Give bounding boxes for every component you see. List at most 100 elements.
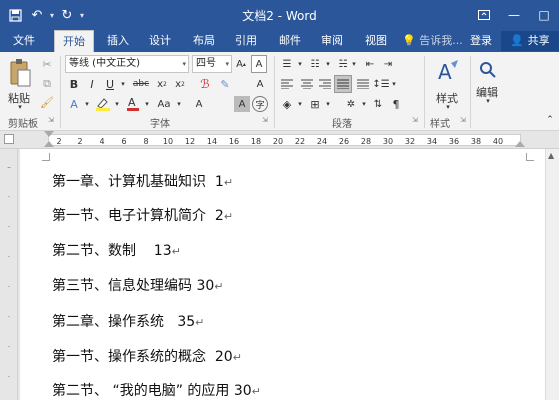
vruler-tick-mark: · [7,343,11,351]
document-line[interactable]: 第三节、信息处理编码 30↵ [52,275,223,295]
chevron-down-icon[interactable]: ▾ [174,96,184,112]
chevron-down-icon[interactable]: ▾ [296,56,304,72]
document-line[interactable]: 第二节、 “我的电脑” 的应用 30↵ [52,380,261,400]
clear-formatting-icon[interactable]: A [251,55,267,73]
tab-references[interactable]: 引用 [226,30,266,52]
cut-icon[interactable]: ✂ [38,56,56,72]
first-line-indent-marker[interactable] [44,131,54,137]
char-shading-icon[interactable]: A [190,96,208,112]
char-shading-gray-icon[interactable]: A [234,96,250,112]
font-name-select[interactable]: 等线 (中文正文) ▾ [65,55,189,73]
ruler-tick: 2 [56,137,62,146]
ruler-tick: 8 [143,137,149,146]
tab-file[interactable]: 文件 [4,30,44,52]
document-line[interactable]: 第二节、数制 13↵ [52,240,181,260]
italic-icon[interactable]: I [84,76,100,92]
ribbon-display-options-icon[interactable] [469,0,499,30]
clipboard-launcher-icon[interactable]: ⇲ [48,116,56,124]
align-center-icon[interactable] [298,76,316,92]
scroll-up-icon[interactable]: ▲ [548,151,554,160]
pinyin-icon[interactable]: ✎ [216,76,234,92]
chevron-down-icon[interactable]: ▾ [324,56,332,72]
ruler-tick: 38 [470,137,482,146]
chevron-down-icon[interactable]: ▾ [112,96,122,112]
paste-icon[interactable] [6,56,34,90]
tab-mailings[interactable]: 邮件 [270,30,310,52]
justify-icon[interactable] [334,75,352,93]
align-left-icon[interactable] [278,76,296,92]
font-size-select[interactable]: 四号 ▾ [192,55,232,73]
tab-insert[interactable]: 插入 [98,30,138,52]
chevron-down-icon[interactable]: ▾ [296,96,304,112]
enclose-char-icon[interactable]: 字 [252,96,268,112]
login-link[interactable]: 登录 [470,30,492,52]
right-indent-marker[interactable] [515,141,525,147]
paste-dropdown-icon[interactable]: ▾ [10,102,30,112]
increase-indent-icon[interactable]: ⇥ [380,56,396,72]
show-marks-icon[interactable]: ¶ [388,96,404,112]
text-effects-icon[interactable]: ℬ [196,76,214,92]
decrease-indent-icon[interactable]: ⇤ [362,56,378,72]
underline-dropdown-icon[interactable]: ▾ [118,76,128,92]
tab-review[interactable]: 审阅 [312,30,352,52]
distributed-icon[interactable] [354,76,372,92]
tab-home[interactable]: 开始 [54,30,94,52]
chevron-down-icon[interactable]: ▾ [350,56,358,72]
paragraph-launcher-icon[interactable]: ⇲ [412,116,420,124]
text-effect-icon[interactable]: A [66,96,82,112]
tab-layout[interactable]: 布局 [184,30,224,52]
change-case-icon[interactable]: Aa [154,96,174,112]
chevron-down-icon[interactable]: ▾ [440,102,456,112]
shading-icon[interactable]: ◈ [278,96,296,112]
document-line[interactable]: 第一节、操作系统的概念 20↵ [52,346,242,366]
line-spacing-icon[interactable]: ↕☰ [372,76,390,92]
tell-me-box[interactable]: 💡 告诉我... [402,30,463,52]
styles-icon[interactable]: A [436,58,462,86]
document-line[interactable]: 第二章、操作系统 35↵ [52,311,204,331]
highlight-color-icon[interactable] [94,96,112,112]
line-text: 第一节、操作系统的概念 20 [52,349,233,365]
collapse-ribbon-icon[interactable]: ⌃ [543,114,557,126]
vruler-tick-mark: · [7,373,11,381]
chevron-down-icon[interactable]: ▾ [142,96,152,112]
format-painter-icon[interactable]: 🖌 [38,94,56,110]
sort-icon[interactable]: ⇅ [370,96,386,112]
document-line[interactable]: 第一节、电子计算机简介 2↵ [52,205,233,225]
tab-view[interactable]: 视图 [356,30,396,52]
borders-icon[interactable]: ⊞ [306,96,324,112]
styles-launcher-icon[interactable]: ⇲ [460,116,468,124]
hanging-indent-marker[interactable] [44,141,54,147]
superscript-icon[interactable]: x2 [172,76,188,92]
chevron-down-icon[interactable]: ▾ [390,76,398,92]
chevron-down-icon[interactable]: ▾ [324,96,332,112]
chevron-down-icon[interactable]: ▾ [360,96,368,112]
bold-icon[interactable]: B [66,76,82,92]
font-launcher-icon[interactable]: ⇲ [262,116,270,124]
document-line[interactable]: 第一章、计算机基础知识 1↵ [52,171,233,191]
numbering-icon[interactable]: ☷ [306,56,324,72]
bullets-icon[interactable]: ☰ [278,56,296,72]
maximize-icon[interactable]: □ [529,0,559,30]
document-page[interactable]: 第一章、计算机基础知识 1↵ 第一节、电子计算机简介 2↵ 第二节、数制 13↵… [20,149,556,400]
font-size-value: 四号 [196,58,216,69]
strikethrough-icon[interactable]: abc [130,76,152,92]
subscript-icon[interactable]: x2 [154,76,170,92]
minimize-icon[interactable]: — [499,0,529,30]
tab-selector-icon[interactable] [4,134,14,144]
chevron-down-icon[interactable]: ▾ [82,96,92,112]
copy-icon[interactable]: ⧉ [38,76,56,92]
align-right-icon[interactable] [316,76,334,92]
paragraph-mark: ↵ [195,316,205,329]
tab-design[interactable]: 设计 [140,30,180,52]
font-color-icon[interactable]: A [124,96,142,112]
character-border-icon[interactable]: A [252,76,268,92]
ruler-track[interactable]: 2 2 4 6 8 10 12 14 16 18 20 22 24 26 28 … [48,134,521,146]
grow-font-icon[interactable]: A ▴ [234,55,248,73]
chevron-down-icon[interactable]: ▾ [480,96,496,106]
vertical-scrollbar[interactable]: ▲ [545,149,559,400]
underline-icon[interactable]: U [102,76,118,92]
vruler-tick-mark: · [7,253,11,261]
share-button[interactable]: 👤 共享 [501,31,559,51]
asian-layout-icon[interactable]: ✲ [342,96,360,112]
find-icon[interactable] [478,58,498,82]
